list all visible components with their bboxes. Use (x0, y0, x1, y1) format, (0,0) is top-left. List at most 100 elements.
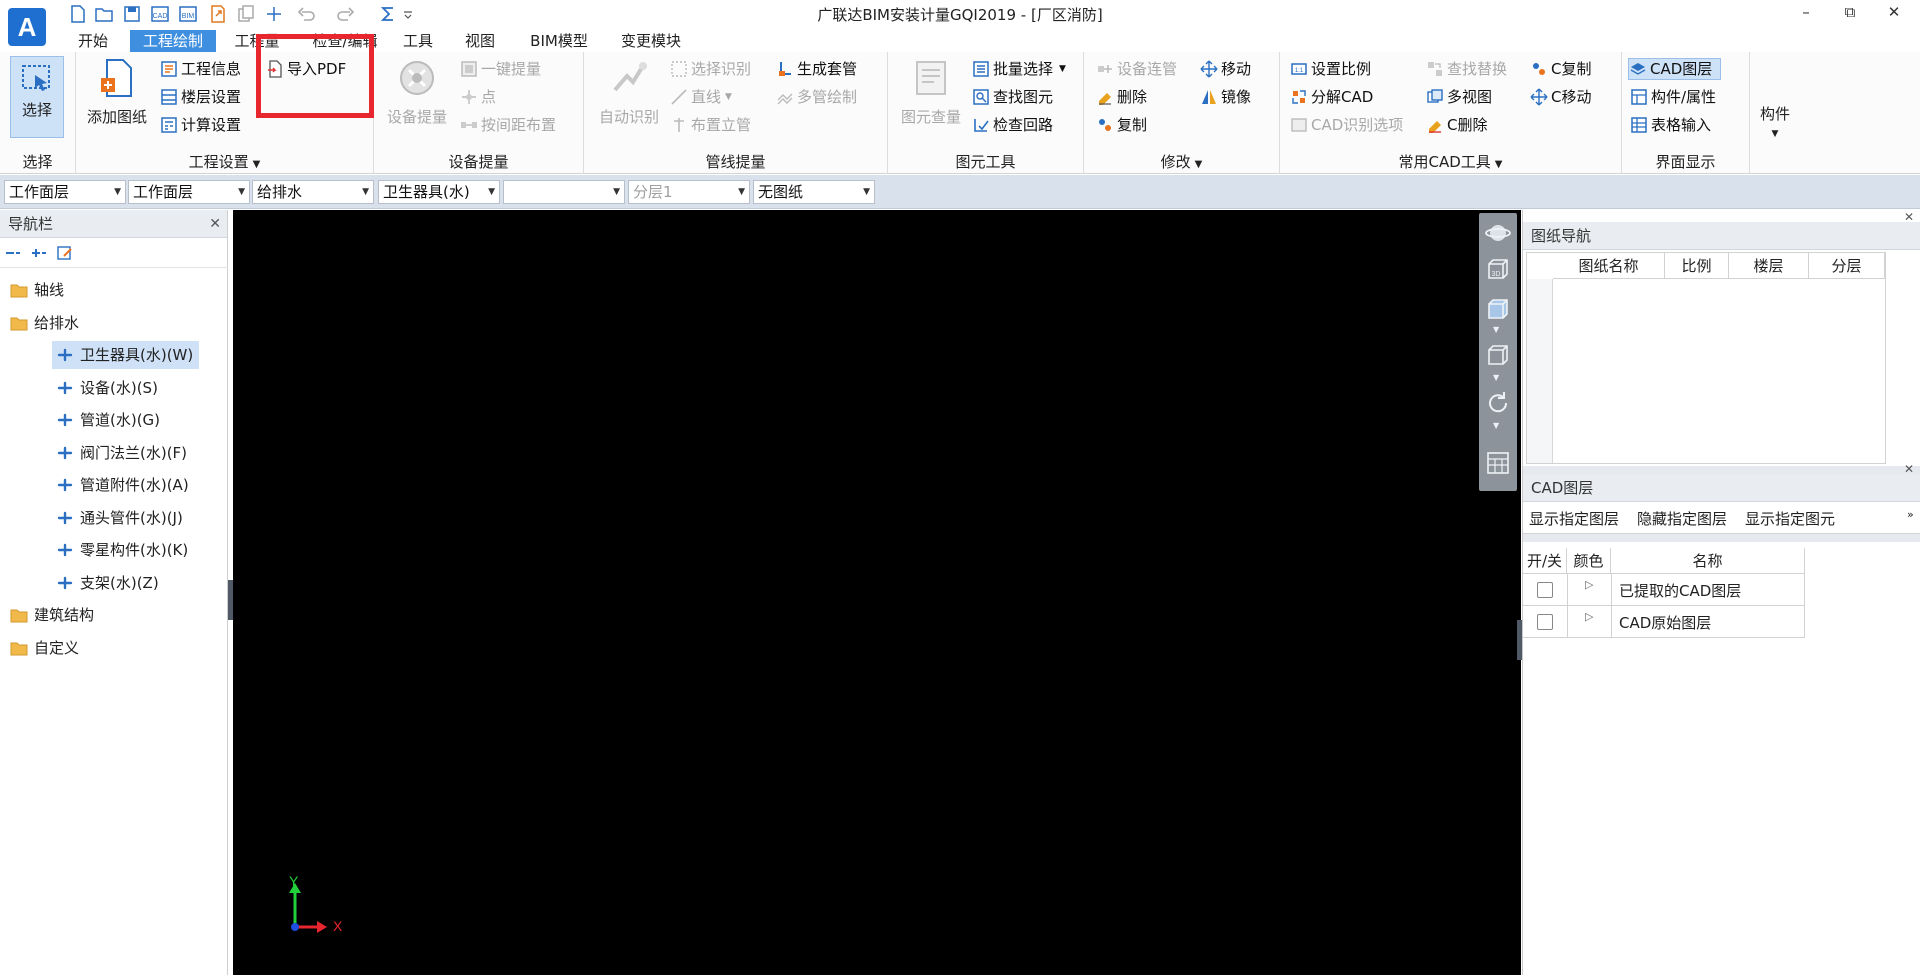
tree-folder[interactable]: 轴线 (6, 276, 70, 304)
app-logo[interactable]: A (8, 8, 46, 46)
customize-quick-access-icon[interactable] (402, 4, 414, 24)
batch-select-button[interactable]: 批量选择 ▼ (972, 56, 1066, 82)
tab-tools[interactable]: 工具 (398, 30, 438, 52)
check-loop-button[interactable]: 检查回路 (972, 112, 1053, 138)
move-button[interactable]: 移动 (1200, 56, 1251, 82)
cad-identify-options-button[interactable]: CAD识别选项 (1290, 112, 1403, 138)
select-identify-button[interactable]: 选择识别 (670, 56, 751, 82)
expand-triangle-icon[interactable]: ▷ (1585, 610, 1593, 623)
left-splitter-handle[interactable] (228, 580, 233, 620)
col-sublayer[interactable]: 分层 (1809, 253, 1885, 279)
export-icon[interactable] (208, 4, 228, 24)
collapse-all-icon[interactable] (4, 244, 22, 262)
tab-bim-model[interactable]: BIM模型 (524, 30, 594, 52)
equipment-takeoff-button[interactable]: 设备提量 (382, 58, 452, 138)
save-icon[interactable] (122, 4, 142, 24)
open-folder-icon[interactable] (94, 4, 114, 24)
tree-item[interactable]: 管道(水)(G) (52, 406, 166, 434)
orbit-icon[interactable] (1484, 219, 1512, 247)
col-name[interactable]: 名称 (1611, 548, 1805, 574)
tree-folder[interactable]: 给排水 (6, 309, 85, 337)
group-label-project-settings[interactable]: 工程设置 ▼ (76, 151, 373, 172)
sublayer-combo[interactable]: 分层1 ▼ (628, 180, 750, 204)
tree-item[interactable]: 管道附件(水)(A) (52, 471, 195, 499)
new-file-icon[interactable] (68, 4, 88, 24)
hide-layer-button[interactable]: 隐藏指定图层 (1637, 508, 1727, 529)
col-on-off[interactable]: 开/关 (1523, 548, 1567, 574)
specialty-combo[interactable]: 给排水 ▼ (252, 180, 374, 204)
multi-view-button[interactable]: 多视图 (1426, 84, 1492, 110)
tree-item[interactable]: 卫生器具(水)(W) (52, 341, 200, 369)
vertical-pipe-button[interactable]: 布置立管 (670, 112, 751, 138)
sum-icon[interactable] (378, 4, 398, 24)
table-row[interactable]: ▷ 已提取的CAD图层 (1523, 574, 1805, 606)
straight-line-button[interactable]: 直线 ▼ (670, 84, 732, 110)
col-drawing-name[interactable]: 图纸名称 (1553, 253, 1665, 279)
layer-visibility-checkbox[interactable] (1537, 614, 1553, 630)
drawing-combo[interactable]: 无图纸 ▼ (753, 180, 875, 204)
component-attr-button[interactable]: 构件/属性 (1630, 84, 1716, 110)
chevron-down-icon[interactable]: ▼ (1493, 373, 1499, 382)
calc-settings-button[interactable]: 计算设置 (160, 112, 241, 138)
work-plane-combo-2[interactable]: 工作面层 ▼ (128, 180, 250, 204)
copy-button[interactable]: 复制 (1096, 112, 1147, 138)
one-click-takeoff-button[interactable]: 一键提量 (460, 56, 541, 82)
c-copy-button[interactable]: C复制 (1530, 56, 1591, 82)
element-quantity-button[interactable]: 图元查量 (896, 58, 966, 138)
work-plane-combo-1[interactable]: 工作面层 ▼ (4, 180, 126, 204)
col-scale[interactable]: 比例 (1665, 253, 1729, 279)
tree-item[interactable]: 零星构件(水)(K) (52, 536, 194, 564)
multi-pipe-button[interactable]: 多管绘制 (776, 84, 857, 110)
tab-start[interactable]: 开始 (68, 30, 118, 52)
tree-item[interactable]: 阀门法兰(水)(F) (52, 439, 193, 467)
select-button[interactable]: 选择 (10, 56, 64, 138)
generate-sleeve-button[interactable]: 生成套管 (776, 56, 857, 82)
auto-identify-button[interactable]: 自动识别 (594, 58, 664, 138)
col-color[interactable]: 颜色 (1567, 548, 1611, 574)
rotate-icon[interactable] (1484, 389, 1512, 417)
component-dropdown-button[interactable]: 构件 ▼ (1752, 104, 1798, 150)
more-chevron-icon[interactable]: » (1907, 508, 1914, 521)
table-row[interactable]: ▷ CAD原始图层 (1523, 606, 1805, 638)
col-floor[interactable]: 楼层 (1729, 253, 1809, 279)
top-view-icon[interactable] (1484, 295, 1512, 323)
bim-icon[interactable]: BIM (178, 4, 198, 24)
cad-layer-toggle-button[interactable]: CAD图层 (1628, 58, 1722, 80)
edit-nav-icon[interactable] (56, 244, 74, 262)
delete-button[interactable]: 删除 (1096, 84, 1147, 110)
tree-item[interactable]: 设备(水)(S) (52, 374, 164, 402)
layer-visibility-checkbox[interactable] (1537, 582, 1553, 598)
tab-change-module[interactable]: 变更模块 (616, 30, 686, 52)
equipment-connect-pipe-button[interactable]: 设备连管 (1096, 56, 1177, 82)
spacing-layout-button[interactable]: 按间距布置 (460, 112, 556, 138)
add-drawing-button[interactable]: 添加图纸 (84, 58, 150, 138)
table-input-button[interactable]: 表格输入 (1630, 112, 1711, 138)
copy-drawing-icon[interactable] (236, 4, 256, 24)
show-layer-button[interactable]: 显示指定图层 (1529, 508, 1619, 529)
expand-all-icon[interactable] (30, 244, 48, 262)
tree-folder[interactable]: 自定义 (6, 634, 85, 662)
point-button[interactable]: 点 (460, 84, 496, 110)
dynamic-view-icon[interactable] (1484, 341, 1512, 369)
find-element-button[interactable]: 查找图元 (972, 84, 1053, 110)
close-icon[interactable]: ✕ (209, 210, 221, 238)
project-info-button[interactable]: 工程信息 (160, 56, 241, 82)
explode-cad-button[interactable]: 分解CAD (1290, 84, 1373, 110)
c-move-button[interactable]: C移动 (1530, 84, 1591, 110)
layout-icon[interactable] (1484, 449, 1512, 477)
tree-folder[interactable]: 建筑结构 (6, 601, 100, 629)
redo-icon[interactable] (336, 4, 356, 24)
mirror-button[interactable]: 镜像 (1200, 84, 1251, 110)
c-delete-button[interactable]: C删除 (1426, 112, 1487, 138)
component-type-combo[interactable]: 卫生器具(水) ▼ (378, 180, 500, 204)
expand-triangle-icon[interactable]: ▷ (1585, 578, 1593, 591)
tab-view[interactable]: 视图 (460, 30, 500, 52)
chevron-down-icon[interactable]: ▼ (1493, 421, 1499, 430)
close-button[interactable]: ✕ (1882, 3, 1906, 23)
component-combo[interactable]: ▼ (503, 180, 625, 204)
tab-project-drawing[interactable]: 工程绘制 (130, 30, 216, 52)
split-icon[interactable] (264, 4, 284, 24)
drawing-canvas[interactable]: Y X (233, 210, 1521, 975)
cad-icon[interactable]: CAD (150, 4, 170, 24)
chevron-down-icon[interactable]: ▼ (1493, 325, 1499, 334)
